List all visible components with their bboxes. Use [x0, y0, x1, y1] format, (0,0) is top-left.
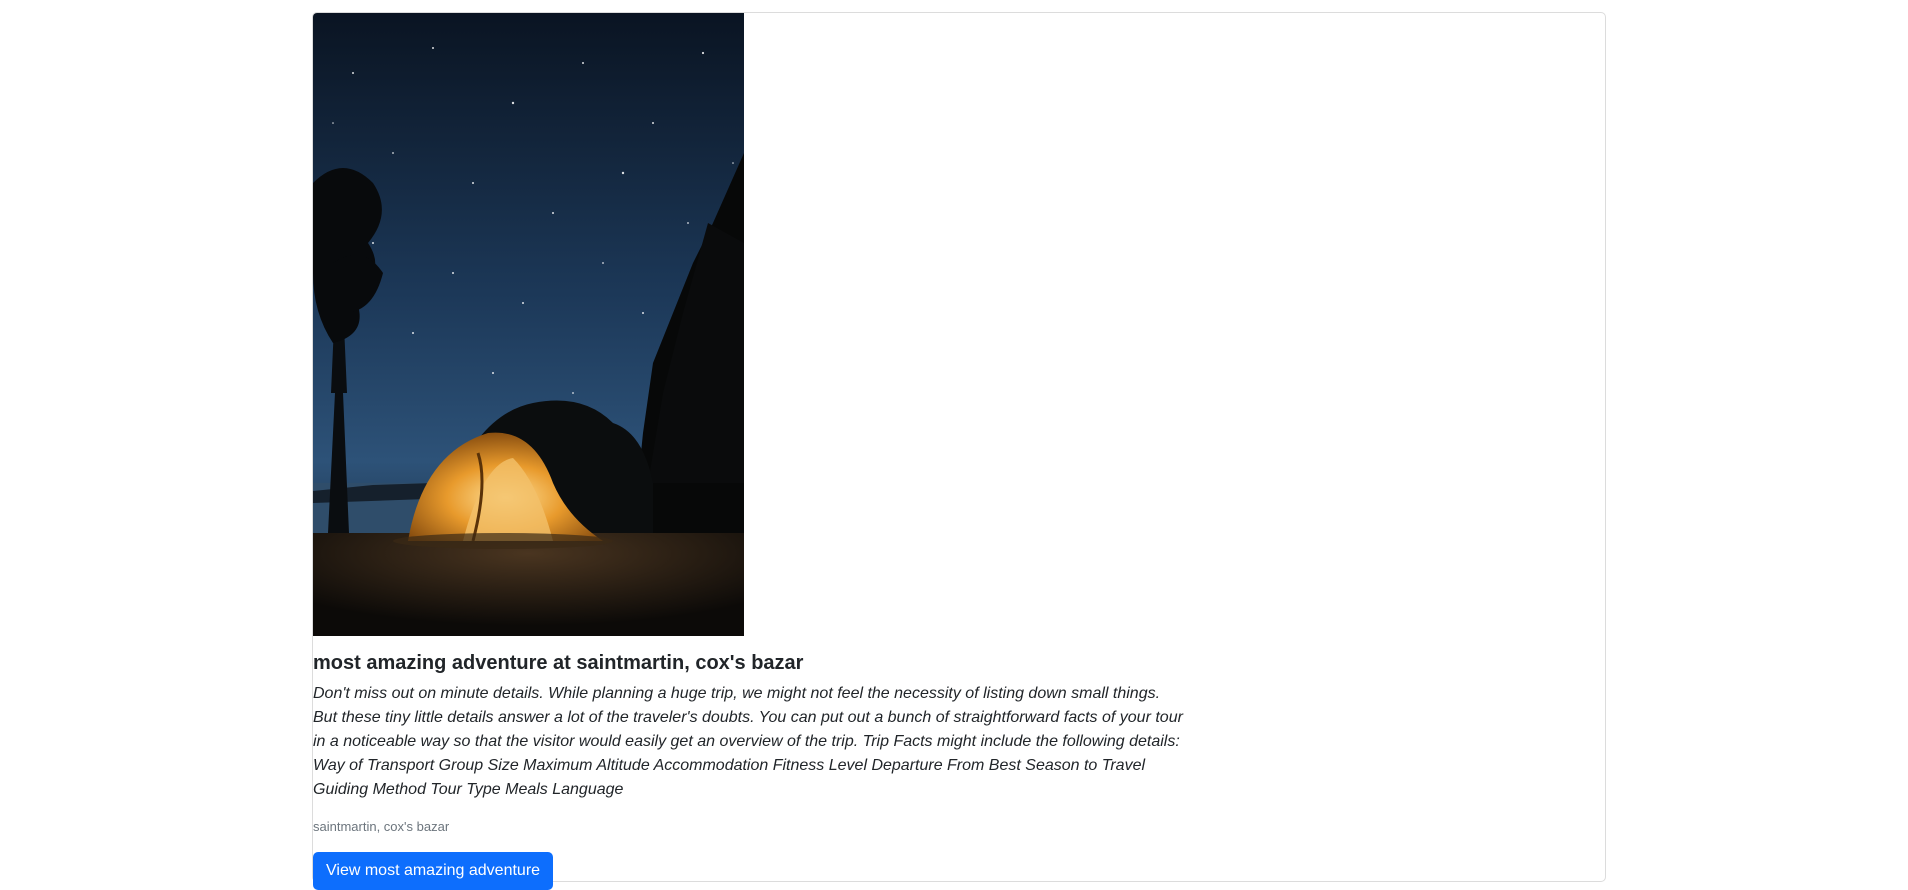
trip-card: most amazing adventure at saintmartin, c…	[312, 12, 1606, 890]
view-adventure-button[interactable]: View most amazing adventure	[313, 852, 554, 890]
trip-image	[313, 13, 744, 636]
trip-title: most amazing adventure at saintmartin, c…	[313, 652, 804, 674]
trip-card-body: most amazing adventure at saintmartin, c…	[313, 638, 1183, 890]
trip-description: Don't miss out on minute details. While …	[313, 685, 1183, 798]
trip-location: saintmartin, cox's bazar	[313, 819, 450, 834]
camping-tent-night-photo	[313, 13, 744, 636]
